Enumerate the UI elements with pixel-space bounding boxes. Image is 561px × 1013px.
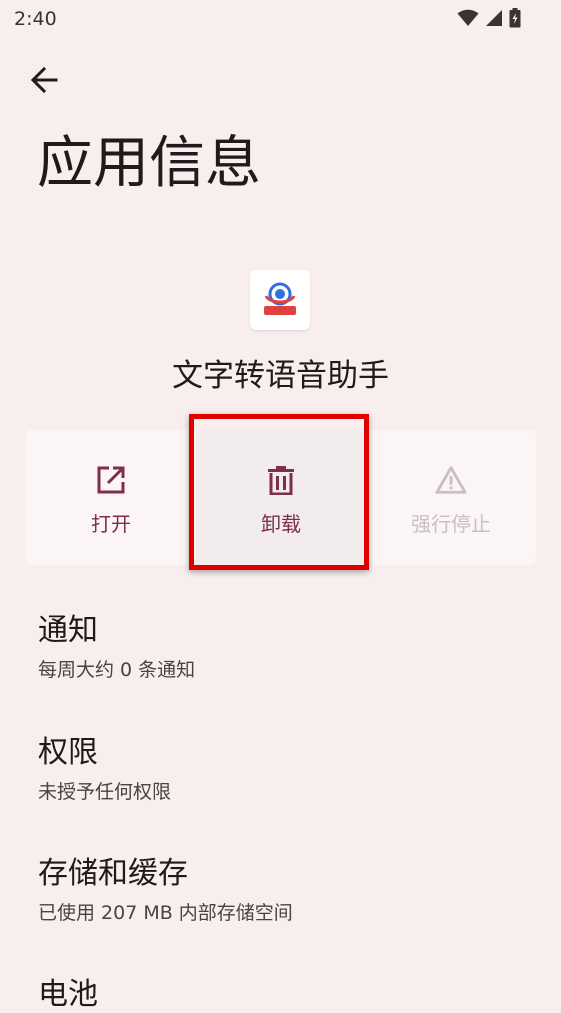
item-title: 存储和缓存 <box>38 856 188 891</box>
status-bar: 2:40 <box>0 0 561 40</box>
trash-icon <box>265 464 297 496</box>
status-time: 2:40 <box>14 8 57 30</box>
force-stop-button: 强行停止 <box>366 430 536 565</box>
warning-icon <box>435 464 467 496</box>
wifi-icon <box>457 9 479 31</box>
uninstall-label: 卸载 <box>261 512 301 536</box>
app-actions-panel: 打开 卸载 强行停止 <box>26 430 536 565</box>
app-name: 文字转语音助手 <box>172 358 389 394</box>
settings-item-battery[interactable]: 电池 <box>38 969 538 1013</box>
item-title: 权限 <box>38 735 98 770</box>
open-button[interactable]: 打开 <box>26 430 196 565</box>
open-external-icon <box>95 464 127 496</box>
settings-item-permissions[interactable]: 权限 未授予任何权限 <box>38 727 538 804</box>
status-icons <box>457 8 521 32</box>
item-summary: 未授予任何权限 <box>38 781 172 803</box>
item-title: 通知 <box>38 613 98 648</box>
settings-item-notifications[interactable]: 通知 每周大约 0 条通知 <box>38 605 538 682</box>
uninstall-button[interactable]: 卸载 <box>196 430 366 565</box>
back-button[interactable] <box>24 62 64 102</box>
battery-charging-icon <box>509 8 521 32</box>
item-title: 电池 <box>38 977 98 1012</box>
page-title: 应用信息 <box>37 131 261 196</box>
item-summary: 每周大约 0 条通知 <box>38 659 196 681</box>
open-label: 打开 <box>91 512 131 536</box>
signal-icon <box>485 9 503 31</box>
arrow-left-icon <box>30 66 58 98</box>
settings-item-storage[interactable]: 存储和缓存 已使用 207 MB 内部存储空间 <box>38 848 538 925</box>
force-stop-label: 强行停止 <box>411 512 491 536</box>
item-summary: 已使用 207 MB 内部存储空间 <box>38 902 293 924</box>
app-icon <box>250 270 310 330</box>
